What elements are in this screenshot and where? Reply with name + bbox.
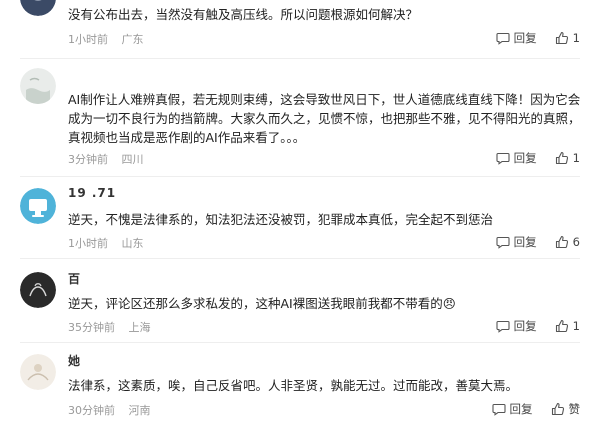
comment-meta: 1小时前 山东: [68, 235, 154, 251]
comment-item: AI制作让人难辨真假，若无规则束缚，这会导致世风日下，世人道德底线直线下降！因为…: [0, 66, 600, 176]
like-count: 1: [572, 319, 580, 333]
like-count: 1: [572, 151, 580, 165]
thumbs-up-icon: [555, 31, 569, 45]
comment-actions: 回复 1: [496, 318, 580, 334]
reply-button[interactable]: 回复: [496, 30, 537, 46]
reply-label: 回复: [513, 235, 537, 249]
comment-actions: 回复 1: [496, 150, 580, 166]
like-count: 1: [572, 31, 580, 45]
comment-time: 1小时前: [68, 33, 108, 46]
comment-item: 没有公布出去，当然没有触及高压线。所以问题根源如何解决？ 1小时前 广东 回复 …: [0, 0, 600, 58]
like-button[interactable]: 1: [555, 151, 580, 165]
like-button[interactable]: 赞: [551, 401, 581, 417]
reply-label: 回复: [513, 319, 537, 333]
comment-location: 河南: [128, 404, 151, 417]
comment-text: 逆天，不愧是法律系的，知法犯法还没被罚，犯罪成本真低，完全起不到惩治: [68, 212, 494, 227]
reply-icon: [496, 151, 510, 165]
comment-meta: 35分钟前 上海: [68, 319, 161, 335]
comment-item: 百 逆天，评论区还那么多求私发的，这种AI裸图送我眼前我都不带看的😠 35分钟前…: [0, 270, 600, 340]
comment-text: 逆天，评论区还那么多求私发的，这种AI裸图送我眼前我都不带看的😠: [68, 296, 456, 311]
divider: [20, 258, 580, 259]
avatar[interactable]: [20, 68, 56, 104]
comment-time: 3分钟前: [68, 153, 108, 166]
reply-button[interactable]: 回复: [496, 318, 537, 334]
comment-location: 山东: [121, 237, 144, 250]
comment-text: AI制作让人难辨真假，若无规则束缚，这会导致世风日下，世人道德底线直线下降！因为…: [68, 92, 581, 145]
comment-time: 1小时前: [68, 237, 108, 250]
thumbs-up-icon: [555, 151, 569, 165]
comment-actions: 回复 赞: [491, 401, 581, 417]
comment-time: 35分钟前: [68, 321, 115, 334]
comment-location: 四川: [121, 153, 144, 166]
comment-item: 19 .71 逆天，不愧是法律系的，知法犯法还没被罚，犯罪成本真低，完全起不到惩…: [0, 186, 600, 256]
reply-label: 回复: [513, 31, 537, 45]
comment-username[interactable]: 百: [68, 270, 81, 287]
comment-text: 没有公布出去，当然没有触及高压线。所以问题根源如何解决？: [68, 7, 419, 22]
like-button[interactable]: 1: [555, 31, 580, 45]
reply-button[interactable]: 回复: [496, 234, 537, 250]
comment-username[interactable]: 她: [68, 352, 81, 369]
divider: [20, 58, 580, 59]
comment-time: 30分钟前: [68, 404, 115, 417]
comment-location: 上海: [128, 321, 151, 334]
comment-meta: 3分钟前 四川: [68, 151, 154, 167]
comment-actions: 回复 1: [496, 30, 580, 46]
reply-label: 回复: [513, 151, 537, 165]
divider: [20, 342, 580, 343]
thumbs-up-icon: [555, 235, 569, 249]
reply-icon: [491, 402, 506, 416]
thumbs-up-icon: [555, 319, 569, 333]
reply-icon: [496, 319, 510, 333]
comment-text: 法律系，这素质，唉，自己反省吧。人非圣贤，孰能无过。过而能改，善莫大焉。: [68, 378, 519, 393]
comment-meta: 30分钟前 河南: [68, 402, 161, 418]
comment-username[interactable]: 19 .71: [68, 186, 116, 200]
avatar[interactable]: [20, 354, 56, 390]
reply-label: 回复: [509, 402, 533, 416]
divider: [20, 176, 580, 177]
reply-icon: [496, 235, 510, 249]
avatar[interactable]: [20, 0, 56, 16]
comment-item: 她 法律系，这素质，唉，自己反省吧。人非圣贤，孰能无过。过而能改，善莫大焉。 3…: [0, 352, 600, 432]
reply-button[interactable]: 回复: [496, 150, 537, 166]
comment-location: 广东: [121, 33, 144, 46]
like-button[interactable]: 1: [555, 319, 580, 333]
comment-actions: 回复 6: [496, 234, 580, 250]
comment-list: 没有公布出去，当然没有触及高压线。所以问题根源如何解决？ 1小时前 广东 回复 …: [0, 0, 600, 438]
like-button[interactable]: 6: [555, 235, 580, 249]
reply-button[interactable]: 回复: [491, 401, 533, 417]
avatar[interactable]: [20, 272, 56, 308]
thumbs-up-icon: [551, 402, 565, 416]
comment-meta: 1小时前 广东: [68, 31, 154, 47]
like-count: 6: [572, 235, 580, 249]
avatar[interactable]: [20, 188, 56, 224]
like-label: 赞: [568, 402, 581, 416]
reply-icon: [496, 31, 510, 45]
